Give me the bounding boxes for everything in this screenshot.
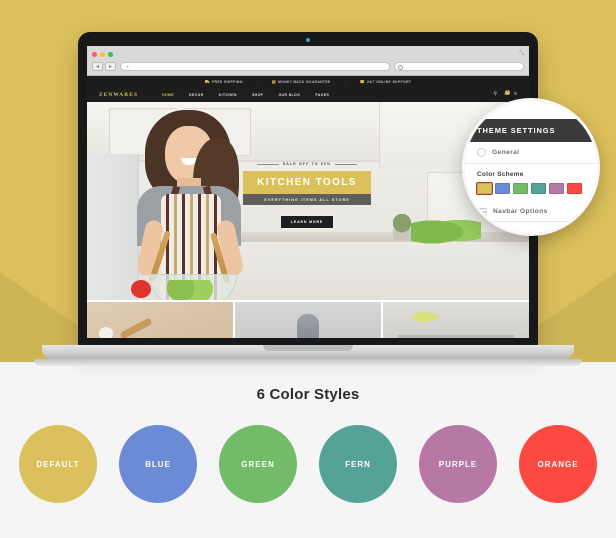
hero-promo: SALE OFF TO 50% KITCHEN TOOLS EVERYTHING… xyxy=(243,162,371,230)
theme-settings-panel: THEME SETTINGS General Color Scheme Navb… xyxy=(465,101,597,233)
color-style-orange[interactable]: ORANGE xyxy=(519,425,597,503)
color-scheme-label: Color Scheme xyxy=(477,171,524,178)
laptop-screen: ⤡ ◂ ▸ + ⛟ FREE SHIPPING | ▤ MONEY BACK G… xyxy=(87,46,529,338)
learn-more-button[interactable]: LEARN MORE xyxy=(279,214,335,230)
nav-item-home[interactable]: HOME xyxy=(162,93,174,97)
topbar-label-support: 24/7 ONLINE SUPPORT xyxy=(366,79,412,84)
back-button[interactable]: ◂ xyxy=(92,62,103,71)
page-title: 6 Color Styles xyxy=(256,386,360,403)
potted-plant xyxy=(393,214,411,240)
thumbnail-blender[interactable] xyxy=(235,302,381,338)
laptop-base xyxy=(42,345,574,359)
tomato xyxy=(131,280,151,298)
browser-search-input[interactable] xyxy=(394,62,524,71)
promo-kicker: SALE OFF TO 50% xyxy=(243,162,371,166)
nav-item-our-blog[interactable]: OUR BLOG xyxy=(278,93,300,97)
site-nav-icons: ⚲ ⌂ 0 ≡ xyxy=(493,90,517,97)
forward-button[interactable]: ▸ xyxy=(105,62,116,71)
color-style-blue[interactable]: BLUE xyxy=(119,425,197,503)
panel-item-navbar-options[interactable]: Navbar Options xyxy=(465,202,597,222)
browser-chrome: ⤡ ◂ ▸ + xyxy=(87,46,529,76)
swatch-orange[interactable] xyxy=(567,183,582,194)
expand-icon[interactable]: ⤡ xyxy=(519,51,524,57)
topbar-label-money-back: MONEY BACK GUARANTEE xyxy=(278,79,331,84)
browser-nav-buttons[interactable]: ◂ ▸ xyxy=(92,62,116,71)
swatch-default[interactable] xyxy=(476,182,493,195)
support-icon: ☎ xyxy=(359,78,365,84)
nav-item-kitchen[interactable]: KITCHEN xyxy=(219,93,237,97)
nav-separator: • xyxy=(270,92,272,97)
nav-separator: • xyxy=(307,92,309,97)
nav-item-shop[interactable]: SHOP xyxy=(252,93,263,97)
topbar-divider: | xyxy=(256,79,258,84)
address-bar-input[interactable]: + xyxy=(120,62,390,71)
browser-titlebar: ⤡ xyxy=(92,49,524,59)
browser-toolbar: ◂ ▸ + xyxy=(92,62,524,71)
maximize-icon[interactable] xyxy=(108,51,113,57)
general-label: General xyxy=(492,149,520,156)
color-style-green[interactable]: GREEN xyxy=(219,425,297,503)
nav-separator: • xyxy=(181,92,183,97)
site-topbar: ⛟ FREE SHIPPING | ▤ MONEY BACK GUARANTEE… xyxy=(87,76,529,87)
promo-subtitle: EVERYTHING ITEMS ALL STORE xyxy=(243,194,371,205)
window-controls[interactable] xyxy=(92,51,113,57)
navbar-options-icon xyxy=(477,208,487,215)
color-swatch-list xyxy=(476,182,597,195)
site-navbar: ZENWARES HOME • DECOR • KITCHEN • SHOP •… xyxy=(87,87,529,102)
navbar-options-label: Navbar Options xyxy=(493,208,548,215)
lettuce xyxy=(167,280,213,300)
promo-banner: ⤡ ◂ ▸ + ⛟ FREE SHIPPING | ▤ MONEY BACK G… xyxy=(0,0,616,538)
topbar-item-free-shipping: ⛟ FREE SHIPPING xyxy=(204,78,243,84)
cart-icon[interactable]: ⌂ 0 xyxy=(504,90,511,97)
product-thumbnail-strip xyxy=(87,300,529,338)
color-scheme-section: Color Scheme xyxy=(465,164,597,202)
theme-settings-header: THEME SETTINGS xyxy=(465,119,597,142)
color-style-default[interactable]: DEFAULT xyxy=(19,425,97,503)
site-nav-links: HOME • DECOR • KITCHEN • SHOP • OUR BLOG… xyxy=(162,93,329,97)
topbar-label-free-shipping: FREE SHIPPING xyxy=(212,79,243,84)
nav-separator: • xyxy=(210,92,212,97)
color-style-list: DEFAULT BLUE GREEN FERN PURPLE ORANGE xyxy=(0,425,616,503)
thumbnail-kitchen-counter[interactable] xyxy=(383,302,529,338)
nav-separator: • xyxy=(243,92,245,97)
color-style-purple[interactable]: PURPLE xyxy=(419,425,497,503)
money-back-icon: ▤ xyxy=(271,78,277,84)
woman-cooking xyxy=(121,110,256,300)
laptop-base-shadow xyxy=(34,359,582,366)
webcam-icon xyxy=(306,38,310,42)
swatch-fern[interactable] xyxy=(531,183,546,194)
hero-banner: SALE OFF TO 50% KITCHEN TOOLS EVERYTHING… xyxy=(87,102,529,300)
cart-badge: 0 xyxy=(505,90,511,95)
promo-title: KITCHEN TOOLS xyxy=(243,171,371,194)
thumbnail-baking[interactable] xyxy=(87,302,233,338)
gear-icon xyxy=(477,148,486,157)
close-icon[interactable] xyxy=(92,51,97,57)
topbar-item-support: ☎ 24/7 ONLINE SUPPORT xyxy=(359,78,412,84)
color-style-fern[interactable]: FERN xyxy=(319,425,397,503)
nav-item-pages[interactable]: PAGES xyxy=(315,93,329,97)
nav-item-decor[interactable]: DECOR xyxy=(189,93,204,97)
site-logo[interactable]: ZENWARES xyxy=(99,92,138,98)
truck-icon: ⛟ xyxy=(204,78,211,84)
topbar-divider-2: | xyxy=(344,79,346,84)
swatch-blue[interactable] xyxy=(495,183,510,194)
search-icon[interactable]: ⚲ xyxy=(493,92,497,97)
swatch-purple[interactable] xyxy=(549,183,564,194)
menu-icon[interactable]: ≡ xyxy=(514,92,517,97)
magnifier-lens: THEME SETTINGS General Color Scheme Navb… xyxy=(462,98,600,236)
panel-item-general[interactable]: General xyxy=(465,142,597,164)
swatch-green[interactable] xyxy=(513,183,528,194)
topbar-item-money-back: ▤ MONEY BACK GUARANTEE xyxy=(271,78,331,84)
minimize-icon[interactable] xyxy=(100,51,105,57)
